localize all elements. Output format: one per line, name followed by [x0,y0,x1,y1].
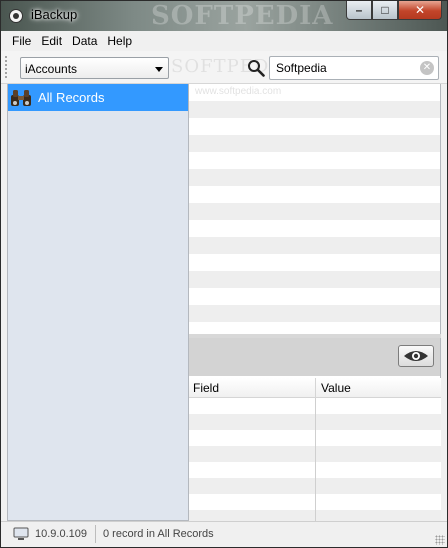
toolbar: iAccounts SOFTPEDIA ✕ [1,51,447,84]
title-bar[interactable]: iBackup SOFTPEDIA – □ ✕ [1,1,447,31]
dropdown-arrow-icon[interactable] [155,67,163,72]
maximize-button[interactable]: □ [372,1,398,20]
menu-help[interactable]: Help [102,34,137,48]
sidebar-item-all-records[interactable]: All Records [8,84,188,111]
detail-table-header: Field Value [189,378,441,398]
menu-data[interactable]: Data [67,34,102,48]
title-watermark: SOFTPEDIA [151,1,334,31]
app-icon[interactable] [9,9,23,23]
computer-icon [13,527,29,540]
status-record-count: 0 record in All Records [103,528,214,540]
column-header-value[interactable]: Value [321,381,351,395]
window-controls: – □ ✕ [346,1,442,21]
resize-grip-icon[interactable] [435,535,445,545]
app-window: iBackup SOFTPEDIA – □ ✕ File Edit Data H… [0,0,448,548]
menu-file[interactable]: File [7,34,36,48]
search-input[interactable] [276,60,416,76]
status-version: 10.9.0.109 [35,528,87,540]
category-select-value: iAccounts [25,62,78,76]
search-box: ✕ [269,56,439,80]
sidebar-item-label: All Records [38,90,105,105]
column-divider-line [315,398,316,521]
binoculars-icon [11,89,31,106]
menu-bar: File Edit Data Help [1,31,447,51]
detail-table-rows[interactable] [189,398,441,521]
column-header-field[interactable]: Field [193,381,219,395]
view-button[interactable] [398,345,434,367]
toolbar-grip[interactable] [4,55,8,79]
eye-icon [404,351,428,361]
menu-edit[interactable]: Edit [36,34,67,48]
search-icon[interactable] [247,59,265,77]
status-bar: 10.9.0.109 0 record in All Records [1,521,447,547]
status-divider [95,525,96,543]
detail-toolbar [189,338,441,376]
records-watermark: www.softpedia.com [195,86,282,97]
close-button[interactable]: ✕ [398,1,442,20]
category-select[interactable]: iAccounts [20,57,169,79]
records-list[interactable]: www.softpedia.com [189,84,441,334]
window-title: iBackup [31,7,78,22]
clear-search-icon[interactable]: ✕ [420,61,434,75]
detail-table: Field Value [189,376,441,521]
minimize-button[interactable]: – [346,1,372,20]
column-divider[interactable] [315,378,316,398]
sidebar: All Records [7,84,189,521]
